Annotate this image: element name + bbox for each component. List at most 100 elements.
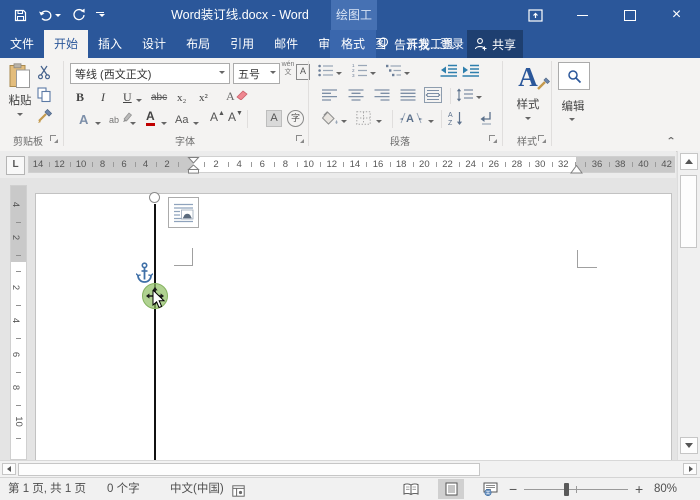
change-case-button[interactable]: Aa	[175, 111, 188, 129]
tab-插入[interactable]: 插入	[88, 30, 132, 58]
cut-button[interactable]	[37, 65, 52, 80]
styles-button[interactable]: A 样式	[509, 62, 550, 126]
styles-dropdown-arrow[interactable]	[525, 117, 531, 123]
zoom-level[interactable]: 80%	[654, 478, 677, 500]
clipboard-dialog-launcher[interactable]	[50, 135, 59, 144]
zoom-slider-thumb[interactable]	[564, 483, 569, 496]
subscript-button[interactable]: x₂	[177, 89, 186, 107]
highlight-dropdown-arrow[interactable]	[130, 119, 136, 131]
zoom-out-button[interactable]: −	[509, 478, 517, 500]
bullets-dropdown-arrow[interactable]	[336, 69, 342, 81]
editing-dropdown-arrow[interactable]	[569, 115, 575, 127]
underline-dropdown-arrow[interactable]	[136, 96, 142, 108]
horizontal-scrollbar[interactable]	[0, 460, 700, 477]
justify-button[interactable]	[400, 89, 416, 102]
font-size-dropdown-arrow[interactable]	[270, 70, 276, 77]
layout-options-button[interactable]	[168, 197, 199, 228]
tab-设计[interactable]: 设计	[132, 30, 176, 58]
font-dialog-launcher[interactable]	[296, 135, 305, 144]
font-color-dropdown-arrow[interactable]	[161, 119, 167, 131]
change-case-dropdown-arrow[interactable]	[193, 119, 199, 131]
tab-selector-button[interactable]: L	[6, 156, 25, 175]
asian-layout-button[interactable]: A	[399, 110, 423, 126]
share-button[interactable]: 共享	[467, 30, 524, 58]
character-shading-button[interactable]: A	[266, 110, 282, 127]
ribbon-display-options-button[interactable]	[512, 0, 559, 30]
phonetic-guide-button[interactable]: wén 文	[281, 61, 295, 77]
sort-button[interactable]: AZ	[448, 110, 464, 126]
vertical-scroll-thumb[interactable]	[680, 175, 697, 248]
shading-dropdown-arrow[interactable]	[341, 117, 347, 129]
line-spacing-dropdown-arrow[interactable]	[476, 93, 482, 105]
format-painter-button[interactable]	[37, 109, 53, 125]
tab-引用[interactable]: 引用	[220, 30, 264, 58]
borders-dropdown-arrow[interactable]	[376, 117, 382, 129]
web-layout-button[interactable]	[477, 479, 503, 499]
paragraph-dialog-launcher[interactable]	[489, 135, 498, 144]
borders-button[interactable]	[356, 111, 371, 125]
vertical-scrollbar[interactable]	[677, 151, 700, 460]
distribute-button[interactable]	[424, 87, 442, 103]
tab-布局[interactable]: 布局	[176, 30, 220, 58]
paste-button[interactable]: 粘贴	[6, 63, 34, 129]
styles-dialog-launcher[interactable]	[538, 135, 547, 144]
font-color-button[interactable]: A	[146, 110, 155, 126]
grow-font-button[interactable]: A▲	[210, 110, 225, 124]
shading-button[interactable]	[322, 111, 339, 126]
bullets-button[interactable]	[318, 64, 334, 77]
maximize-button[interactable]	[606, 0, 653, 30]
decrease-indent-button[interactable]	[440, 64, 458, 77]
vertical-ruler[interactable]: 4 2 2 4 6 8 10	[10, 185, 27, 460]
read-mode-button[interactable]	[398, 479, 424, 499]
increase-indent-button[interactable]	[462, 64, 480, 77]
binding-line-shape[interactable]	[154, 204, 156, 460]
tell-me-button[interactable]: 告诉我...	[378, 30, 440, 58]
multilevel-list-button[interactable]	[386, 64, 402, 77]
zoom-in-button[interactable]: +	[635, 478, 643, 500]
shrink-font-button[interactable]: A▼	[228, 110, 243, 124]
page[interactable]	[35, 193, 672, 460]
scroll-left-button[interactable]	[2, 463, 16, 475]
align-right-button[interactable]	[374, 89, 390, 102]
line-spacing-button[interactable]	[456, 88, 473, 102]
horizontal-scroll-thumb[interactable]	[18, 463, 480, 476]
horizontal-ruler[interactable]: 14 12 10 8 6 4 2 2 4 6 8 10 12 14 16 18 20 22 24 26 28 30 32 36…	[28, 156, 680, 174]
indent-markers[interactable]	[187, 157, 200, 174]
font-size-combobox[interactable]: 五号	[233, 63, 280, 84]
numbering-dropdown-arrow[interactable]	[370, 69, 376, 81]
enclose-characters-button[interactable]: 字	[287, 110, 304, 127]
text-effects-dropdown-arrow[interactable]	[95, 119, 101, 131]
find-button[interactable]	[558, 62, 590, 90]
scroll-up-button[interactable]	[680, 153, 698, 170]
customize-quick-access-button[interactable]	[96, 11, 105, 18]
document-area[interactable]: 4 2 2 4 6 8 10	[0, 178, 676, 460]
undo-button[interactable]	[38, 9, 61, 22]
tab-format-contextual[interactable]: 格式	[330, 30, 376, 58]
superscript-button[interactable]: x²	[199, 89, 208, 107]
tab-file[interactable]: 文件	[0, 30, 44, 58]
bold-button[interactable]: B	[76, 88, 84, 106]
collapse-ribbon-button[interactable]: ⌃	[666, 135, 676, 146]
numbering-button[interactable]: 123	[352, 63, 368, 77]
highlight-button[interactable]: ab	[109, 111, 133, 126]
italic-button[interactable]: I	[101, 88, 105, 106]
underline-button[interactable]: U	[123, 88, 132, 106]
align-center-button[interactable]	[348, 89, 364, 102]
copy-button[interactable]	[37, 87, 52, 103]
font-name-dropdown-arrow[interactable]	[219, 70, 225, 77]
repeat-button[interactable]	[72, 8, 86, 22]
macro-record-button[interactable]	[232, 483, 245, 500]
font-name-combobox[interactable]: 等线 (西文正文)	[70, 63, 230, 84]
show-hide-marks-button[interactable]	[478, 110, 494, 126]
multilevel-dropdown-arrow[interactable]	[404, 69, 410, 81]
strikethrough-button[interactable]: abc	[151, 89, 167, 107]
line-endpoint-handle[interactable]	[149, 192, 160, 203]
print-layout-button[interactable]	[438, 479, 464, 499]
align-left-button[interactable]	[322, 89, 338, 102]
save-button[interactable]	[14, 9, 27, 22]
tab-邮件[interactable]: 邮件	[264, 30, 308, 58]
editing-group-button[interactable]: 编辑	[553, 98, 593, 114]
scroll-right-button[interactable]	[683, 463, 697, 475]
sign-in-button[interactable]: 登录	[440, 30, 464, 58]
asian-layout-dropdown-arrow[interactable]	[428, 117, 434, 129]
